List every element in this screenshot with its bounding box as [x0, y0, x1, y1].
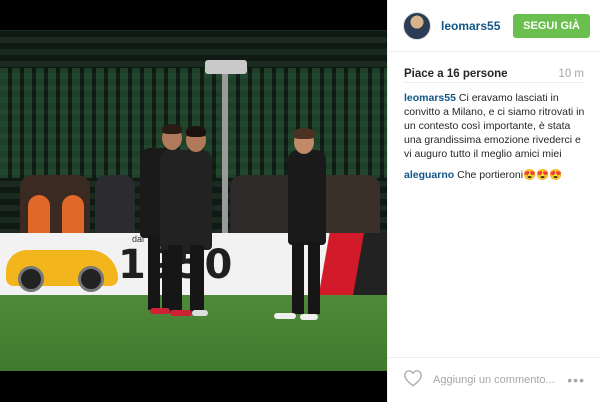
player-right — [288, 150, 326, 245]
caption-username[interactable]: leomars55 — [404, 92, 456, 104]
post-time[interactable]: 10 m — [558, 68, 584, 80]
divider — [403, 82, 585, 83]
post-header: leomars55 SEGUI GIÀ — [388, 0, 600, 52]
more-options-icon[interactable]: ••• — [567, 372, 585, 388]
likes-count[interactable]: Piace a 16 persone — [404, 68, 508, 80]
car-image — [6, 250, 118, 292]
heart-icon[interactable] — [403, 369, 423, 392]
instagram-post: dal 1950 — [0, 0, 600, 402]
tv-camera — [205, 60, 247, 74]
comment-username[interactable]: aleguarno — [404, 169, 454, 181]
comments-list: leomars55 Ci eravamo lasciati in convitt… — [404, 91, 586, 189]
follow-button[interactable]: SEGUI GIÀ — [513, 13, 590, 38]
post-sidebar: leomars55 SEGUI GIÀ Piace a 16 persone 1… — [387, 0, 600, 402]
username-link[interactable]: leomars55 — [441, 19, 513, 33]
caption: leomars55 Ci eravamo lasciati in convitt… — [404, 91, 586, 161]
avatar[interactable] — [403, 11, 431, 40]
player-center — [160, 150, 212, 250]
comment-input[interactable]: Aggiungi un commento... — [433, 374, 567, 386]
photo-scene: dal 1950 — [0, 30, 387, 371]
post-stats: Piace a 16 persone 10 m — [388, 52, 600, 80]
post-footer: Aggiungi un commento... ••• — [388, 357, 600, 402]
comment-text: Che portieroni😍😍😍 — [457, 169, 563, 181]
comment-item: aleguarno Che portieroni😍😍😍 — [404, 168, 586, 182]
post-photo[interactable]: dal 1950 — [0, 0, 387, 402]
